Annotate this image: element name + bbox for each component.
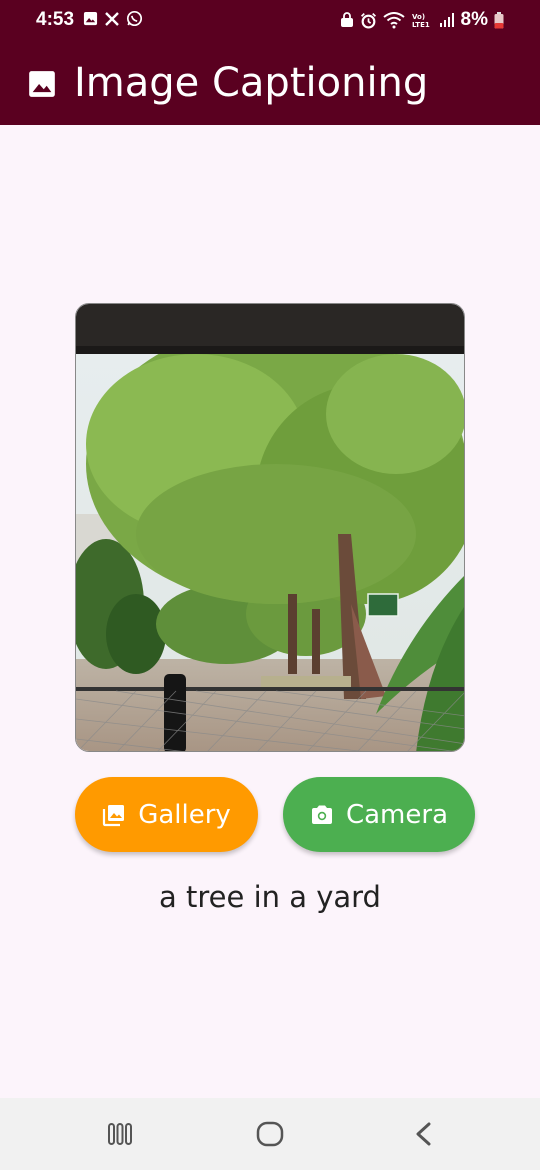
battery-low-icon xyxy=(494,11,504,29)
home-icon[interactable] xyxy=(250,1118,290,1150)
system-navigation-bar xyxy=(0,1098,540,1170)
back-icon[interactable] xyxy=(403,1118,443,1150)
gallery-notification-icon xyxy=(83,11,98,26)
gallery-button-label: Gallery xyxy=(138,799,231,830)
gallery-button[interactable]: Gallery xyxy=(75,777,258,852)
generated-caption: a tree in a yard xyxy=(159,880,381,914)
recent-apps-icon[interactable] xyxy=(100,1118,140,1150)
notification-icons xyxy=(83,10,143,27)
photo-library-icon xyxy=(102,803,126,827)
camera-icon xyxy=(310,804,334,826)
status-time: 4:53 xyxy=(36,9,75,30)
x-notification-icon xyxy=(104,11,120,27)
lock-icon xyxy=(340,12,354,28)
wifi-icon xyxy=(382,11,405,29)
svg-text:LTE1: LTE1 xyxy=(412,21,430,29)
battery-percent: 8% xyxy=(460,9,488,30)
status-bar: 4:53 Vo) LTE1 8% xyxy=(0,0,540,42)
whatsapp-notification-icon xyxy=(126,10,143,27)
selected-photo xyxy=(75,303,465,752)
signal-icon xyxy=(439,12,455,28)
svg-text:Vo): Vo) xyxy=(412,13,425,21)
camera-button[interactable]: Camera xyxy=(283,777,475,852)
page-title: Image Captioning xyxy=(74,60,429,106)
volte-icon: Vo) LTE1 xyxy=(411,12,433,29)
image-icon xyxy=(28,70,56,103)
system-icons: Vo) LTE1 8% xyxy=(340,9,504,31)
camera-button-label: Camera xyxy=(345,799,449,830)
alarm-icon xyxy=(360,12,377,29)
app-header: 4:53 Vo) LTE1 8% Image Captioning xyxy=(0,0,540,125)
photo-tree-image xyxy=(76,304,464,751)
